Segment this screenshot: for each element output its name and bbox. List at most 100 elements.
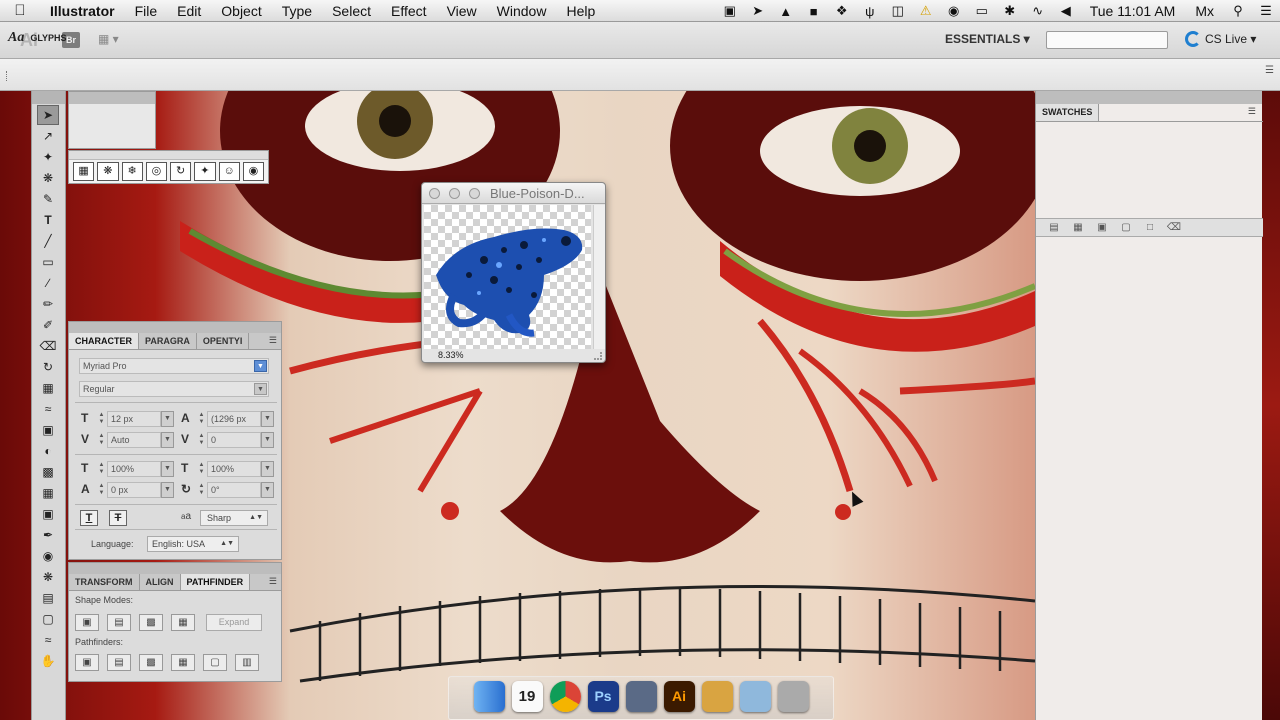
- underline-button[interactable]: T: [80, 510, 98, 526]
- tab-transform[interactable]: TRANSFORM: [69, 574, 140, 590]
- minimize-icon[interactable]: [449, 188, 460, 199]
- calendar-icon[interactable]: 19: [511, 680, 543, 712]
- dropbox-icon[interactable]: ❖: [828, 0, 856, 22]
- kerning-value[interactable]: Auto: [107, 432, 161, 448]
- glyphs-panel-tab[interactable]: Aa GLYPHS: [8, 30, 67, 46]
- free-transform-tool-icon[interactable]: ▣: [37, 420, 59, 440]
- stepper-icon[interactable]: ▲ ▼: [197, 483, 206, 497]
- image-window-titlebar[interactable]: Blue-Poison-D...: [422, 183, 605, 204]
- direct-selection-tool-icon[interactable]: ↗: [37, 126, 59, 146]
- symbol-icon[interactable]: ❋: [97, 162, 119, 181]
- symbols-panel-header[interactable]: [69, 151, 268, 160]
- delete-swatch-icon[interactable]: ⌫: [1166, 222, 1182, 233]
- vertical-scale-field[interactable]: T ▲ ▼ 100% ▼: [81, 461, 175, 477]
- mesh-tool-icon[interactable]: ▦: [37, 483, 59, 503]
- selection-tool-icon[interactable]: ➤: [37, 105, 59, 125]
- type-tool-icon[interactable]: T: [37, 210, 59, 230]
- chevron-down-icon[interactable]: ▼: [261, 432, 274, 448]
- language-dropdown[interactable]: English: USA ▲▼: [147, 536, 239, 552]
- tab-opentype[interactable]: OPENTYI: [197, 333, 250, 349]
- camera-icon[interactable]: ▣: [716, 0, 744, 22]
- hand-tool-icon[interactable]: ✋: [37, 651, 59, 671]
- panel-menu-icon[interactable]: ☰: [269, 335, 277, 346]
- swatch-options-icon[interactable]: ▣: [1094, 222, 1110, 233]
- font-size-field[interactable]: T ▲ ▼ 12 px ▼: [81, 411, 175, 427]
- chrome-icon[interactable]: [549, 680, 581, 712]
- symbol-icon[interactable]: ◉: [242, 162, 264, 181]
- panel-menu-icon[interactable]: ☰: [269, 576, 277, 587]
- magic-wand-tool-icon[interactable]: ✦: [37, 147, 59, 167]
- line-tool-icon[interactable]: ╱: [37, 231, 59, 251]
- new-swatch-icon[interactable]: □: [1142, 222, 1158, 233]
- stepper-icon[interactable]: ▲ ▼: [97, 462, 106, 476]
- finder-icon[interactable]: [473, 680, 505, 712]
- gradient-tool-icon[interactable]: ▣: [37, 504, 59, 524]
- battery-monitor-icon[interactable]: ◫: [884, 0, 912, 22]
- perspective-grid-tool-icon[interactable]: ▩: [37, 462, 59, 482]
- minus-front-button[interactable]: ▤: [107, 614, 131, 631]
- symbol-icon[interactable]: ☺: [218, 162, 240, 181]
- trash-icon[interactable]: [777, 680, 809, 712]
- antenna-icon[interactable]: ψ: [856, 0, 884, 22]
- eye-icon[interactable]: ◉: [940, 0, 968, 22]
- drive-icon[interactable]: ▲: [772, 0, 800, 22]
- menu-clock[interactable]: Tue 11:01 AM: [1080, 3, 1186, 19]
- font-style-dropdown[interactable]: Regular ▼: [79, 381, 269, 397]
- menu-type[interactable]: Type: [272, 0, 322, 22]
- applications-folder-icon[interactable]: [701, 680, 733, 712]
- stepper-icon[interactable]: ▲ ▼: [97, 412, 106, 426]
- search-input[interactable]: [1046, 31, 1168, 49]
- panel-menu-icon[interactable]: ☰: [1248, 106, 1256, 117]
- baseline-shift-field[interactable]: A ▲ ▼ 0 px ▼: [81, 482, 175, 498]
- symbol-icon[interactable]: ✦: [194, 162, 216, 181]
- menu-user[interactable]: Mx: [1185, 3, 1224, 19]
- font-family-dropdown[interactable]: Myriad Pro ▼: [79, 358, 269, 374]
- folder-icon[interactable]: ■: [800, 0, 828, 22]
- resize-grip-icon[interactable]: [594, 352, 602, 360]
- column-graph-tool-icon[interactable]: ▤: [37, 588, 59, 608]
- menu-object[interactable]: Object: [211, 0, 271, 22]
- tab-paragraph[interactable]: PARAGRA: [139, 333, 197, 349]
- chevron-down-icon[interactable]: ▼: [261, 411, 274, 427]
- font-size-value[interactable]: 12 px: [107, 411, 161, 427]
- tab-swatches[interactable]: SWATCHES: [1036, 104, 1100, 121]
- leading-value[interactable]: (1296 px: [207, 411, 261, 427]
- leading-field[interactable]: A ▲ ▼ (1296 px ▼: [181, 411, 275, 427]
- workspace-switcher[interactable]: ESSENTIALS ▾: [945, 32, 1030, 46]
- paintbrush-tool-icon[interactable]: ∕: [37, 273, 59, 293]
- stepper-icon[interactable]: ▲ ▼: [197, 412, 206, 426]
- warning-icon[interactable]: ⚠: [912, 0, 940, 22]
- baseline-shift-value[interactable]: 0 px: [107, 482, 161, 498]
- close-icon[interactable]: [429, 188, 440, 199]
- eyedropper-tool-icon[interactable]: ✒: [37, 525, 59, 545]
- rotate-tool-icon[interactable]: ↻: [37, 357, 59, 377]
- photoshop-icon[interactable]: Ps: [587, 680, 619, 712]
- expand-button[interactable]: Expand: [206, 614, 262, 631]
- image-window-scrollbar[interactable]: [593, 205, 605, 349]
- chevron-down-icon[interactable]: ▼: [161, 482, 174, 498]
- illustrator-icon[interactable]: Ai: [663, 680, 695, 712]
- chevron-down-icon[interactable]: ▼: [254, 383, 267, 395]
- stepper-icon[interactable]: ▲ ▼: [97, 483, 106, 497]
- symbol-icon[interactable]: ↻: [170, 162, 192, 181]
- chevron-down-icon[interactable]: ▼: [261, 461, 274, 477]
- tools-panel-header[interactable]: [32, 91, 65, 104]
- menu-view[interactable]: View: [437, 0, 487, 22]
- kerning-field[interactable]: V ▲ ▼ Auto ▼: [81, 432, 175, 448]
- stepper-icon[interactable]: ▲ ▼: [197, 462, 206, 476]
- tab-align[interactable]: ALIGN: [140, 574, 181, 590]
- outline-button[interactable]: ▢: [203, 654, 227, 671]
- chevron-down-icon[interactable]: ▼: [261, 482, 274, 498]
- show-swatch-kinds-icon[interactable]: ▦: [1070, 222, 1086, 233]
- imovie-icon[interactable]: [625, 680, 657, 712]
- stepper-icon[interactable]: ▲ ▼: [97, 433, 106, 447]
- pencil-tool-icon[interactable]: ✏: [37, 294, 59, 314]
- rectangle-tool-icon[interactable]: ▭: [37, 252, 59, 272]
- menu-window[interactable]: Window: [487, 0, 557, 22]
- control-bar-menu-icon[interactable]: ☰: [1265, 65, 1274, 76]
- eraser-tool-icon[interactable]: ⌫: [37, 336, 59, 356]
- menu-select[interactable]: Select: [322, 0, 381, 22]
- character-panel-header[interactable]: [69, 322, 281, 333]
- pathfinder-panel-header[interactable]: [69, 563, 281, 574]
- cs-live-button[interactable]: CS Live ▾: [1185, 31, 1256, 47]
